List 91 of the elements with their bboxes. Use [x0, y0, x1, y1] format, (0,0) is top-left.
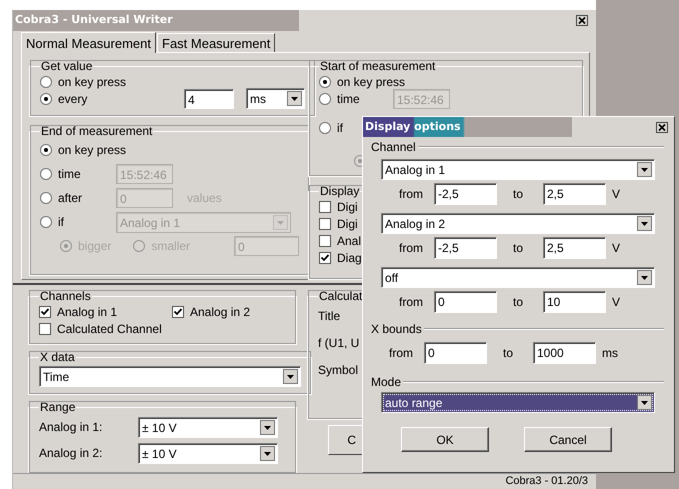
- dialog-button[interactable]: OK: [401, 427, 489, 452]
- unit-label: V: [612, 294, 620, 308]
- to-label: to: [503, 346, 514, 360]
- from-field[interactable]: 0: [424, 342, 487, 364]
- close-icon[interactable]: [576, 15, 588, 26]
- checkbox-label: Digi: [337, 200, 358, 214]
- to-label: to: [513, 186, 524, 200]
- option-label: after: [58, 191, 84, 205]
- dialog-button[interactable]: Cancel: [524, 427, 612, 452]
- mode-dropdown[interactable]: auto range: [381, 392, 655, 413]
- checkbox-label: Analog in 2: [190, 304, 250, 318]
- range-label: Analog in 2:: [39, 446, 104, 460]
- option-label: on key press: [337, 74, 406, 88]
- checkbox-label: Analog in 1: [57, 304, 118, 318]
- from-label: from: [399, 186, 424, 200]
- channel-dropdown[interactable]: Analog in 2: [381, 213, 655, 234]
- option-label: if: [58, 215, 65, 229]
- field-label: Title: [318, 309, 342, 323]
- button[interactable]: C: [328, 425, 362, 455]
- option-label: on key press: [58, 143, 126, 157]
- to-label: to: [513, 294, 524, 308]
- caret-icon: [637, 162, 652, 177]
- checkbox-label: Calculated Channel: [57, 322, 162, 336]
- range-label: Analog in 1:: [39, 420, 104, 434]
- section-title: Channel: [371, 140, 416, 154]
- range-dropdown[interactable]: ± 10 V: [138, 442, 278, 464]
- from-label: from: [389, 346, 414, 360]
- to-label: to: [513, 240, 524, 254]
- group-title: Range: [39, 400, 76, 414]
- checkbox-label: Diag: [337, 250, 362, 264]
- group-title: Calculat: [318, 289, 364, 303]
- unit-label: V: [612, 186, 620, 200]
- option-label: on key press: [58, 74, 128, 88]
- caret-icon: [637, 395, 652, 410]
- radio-button[interactable]: [40, 144, 52, 156]
- group-title: Start of measurement: [319, 59, 436, 73]
- from-label: from: [399, 294, 424, 308]
- radio-button[interactable]: [40, 76, 52, 88]
- group-title: Channels: [39, 289, 92, 303]
- status-text: Cobra3 - 01.20/3: [505, 474, 589, 489]
- field-label: f (U1, U: [318, 336, 360, 350]
- checkbox[interactable]: [319, 252, 331, 264]
- checkbox[interactable]: [319, 218, 331, 230]
- x-data-dropdown[interactable]: Time: [39, 366, 301, 387]
- from-field[interactable]: 0: [434, 290, 497, 312]
- option-label: time: [337, 92, 361, 106]
- radio-button[interactable]: [319, 122, 331, 134]
- radio-button[interactable]: [40, 92, 52, 104]
- group-title: X data: [39, 350, 76, 364]
- from-field[interactable]: -2,5: [434, 182, 497, 204]
- close-icon[interactable]: [656, 122, 668, 132]
- caret-icon: [273, 214, 288, 230]
- radio-button[interactable]: [319, 76, 331, 88]
- caret-icon: [283, 369, 298, 384]
- tab[interactable]: Normal Measurement: [21, 32, 156, 53]
- checkbox-label: Digi: [337, 216, 358, 230]
- caret-icon: [260, 446, 275, 460]
- option-label: time: [58, 167, 82, 181]
- checkbox[interactable]: [39, 306, 51, 318]
- from-label: from: [399, 240, 424, 254]
- to-field[interactable]: 2,5: [543, 182, 606, 204]
- tab[interactable]: Fast Measurement: [157, 33, 276, 52]
- to-field[interactable]: 10: [543, 290, 606, 312]
- range-dropdown[interactable]: ± 10 V: [138, 416, 278, 438]
- unit-dropdown[interactable]: ms: [246, 88, 305, 109]
- checkbox[interactable]: [172, 306, 184, 318]
- to-field[interactable]: 2,5: [543, 236, 606, 258]
- field-label: Symbol: [318, 363, 360, 377]
- unit-label: ms: [602, 346, 618, 360]
- window-title: Cobra3 - Universal Writer: [13, 10, 299, 31]
- caret-icon: [260, 420, 275, 434]
- caret-icon: [287, 91, 302, 106]
- interval-field[interactable]: 4: [184, 88, 234, 108]
- caret-icon: [637, 270, 652, 285]
- caret-icon: [637, 216, 652, 231]
- channel-dropdown[interactable]: off: [381, 267, 655, 288]
- from-field[interactable]: -2,5: [434, 236, 497, 258]
- unit-label: V: [612, 240, 620, 254]
- option-label: every: [58, 92, 88, 106]
- checkbox[interactable]: [39, 322, 51, 334]
- group-title: Get value: [40, 59, 94, 73]
- section-title: Mode: [371, 375, 402, 389]
- checkbox[interactable]: [319, 200, 331, 212]
- section-title: X bounds: [371, 322, 422, 336]
- dialog-title: Display options: [363, 117, 572, 137]
- channel-dropdown[interactable]: Analog in 1: [381, 159, 655, 180]
- group-title: Display: [319, 184, 360, 198]
- group-title: End of measurement: [40, 124, 154, 138]
- checkbox-label: Anal: [337, 234, 362, 248]
- to-field[interactable]: 1000: [533, 342, 596, 364]
- checkbox[interactable]: [319, 234, 331, 246]
